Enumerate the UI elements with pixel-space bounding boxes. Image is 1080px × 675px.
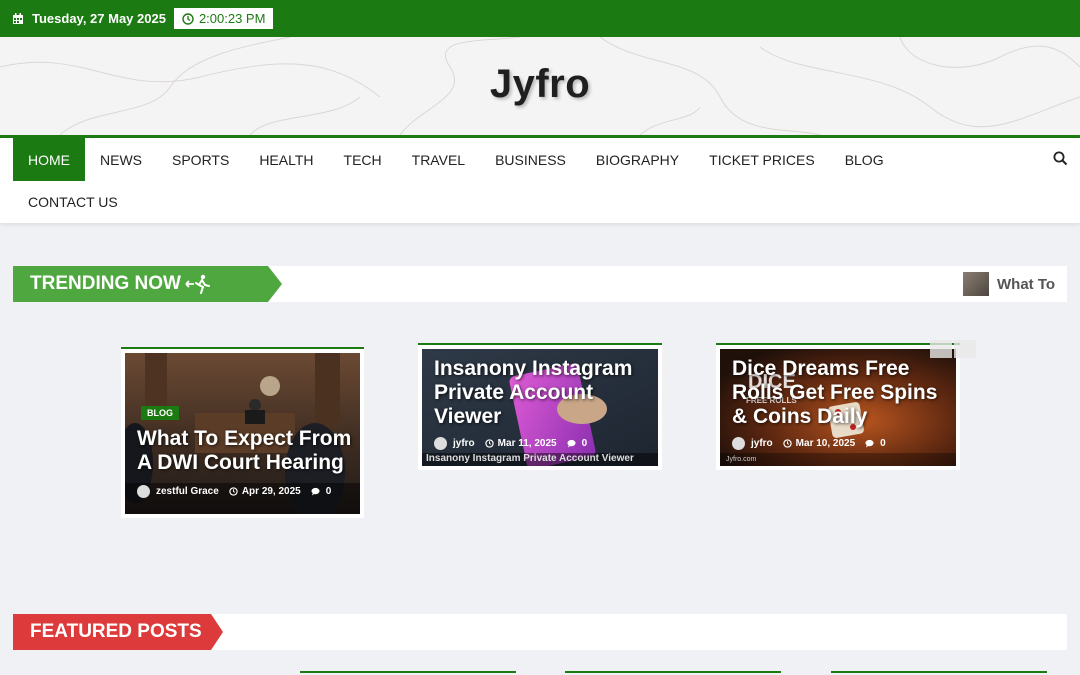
calendar-icon	[13, 12, 23, 24]
featured-card-top-border	[831, 671, 1047, 673]
ticker-thumbnail	[963, 272, 989, 296]
nav-item-contact-us[interactable]: CONTACT US	[13, 181, 133, 223]
nav-row-1: HOME NEWS SPORTS HEALTH TECH TRAVEL BUSI…	[13, 138, 899, 181]
featured-posts-bar: FEATURED POSTS	[13, 614, 1067, 650]
trending-ticker-item[interactable]: What To Expect From A DWI Court Hearing	[963, 272, 1058, 296]
comment-count[interactable]: 0	[880, 438, 886, 449]
top-bar: Tuesday, 27 May 2025 2:00:23 PM	[0, 0, 1080, 37]
featured-card-top-border	[300, 671, 516, 673]
search-icon	[1053, 151, 1068, 166]
slide-image-courtroom: BLOG What To Expect From A DWI Court Hea…	[125, 353, 360, 514]
nav-item-sports[interactable]: SPORTS	[157, 138, 244, 181]
slide-title[interactable]: What To Expect From A DWI Court Hearing	[137, 427, 352, 475]
nav-item-blog[interactable]: BLOG	[830, 138, 899, 181]
author-name[interactable]: jyfro	[751, 438, 773, 449]
featured-label-text: FEATURED POSTS	[30, 621, 202, 642]
search-button[interactable]	[1053, 151, 1068, 171]
comment-icon	[311, 487, 320, 496]
slide-card-dwi[interactable]: BLOG What To Expect From A DWI Court Hea…	[121, 347, 364, 518]
nav-item-health[interactable]: HEALTH	[244, 138, 328, 181]
slide-card-insanony[interactable]: Insanony Instagram Private Account Viewe…	[418, 343, 662, 470]
slide-image-instagram: Insanony Instagram Private Account Viewe…	[422, 349, 658, 466]
post-date[interactable]: Apr 29, 2025	[242, 486, 301, 497]
nav-item-tech[interactable]: TECH	[329, 138, 397, 181]
author-avatar	[434, 437, 447, 450]
ticker-text: What To Expect From A DWI Court Hearing	[997, 275, 1058, 293]
comment-count[interactable]: 0	[326, 486, 332, 497]
site-header: Jyfro	[0, 37, 1080, 135]
featured-label: FEATURED POSTS	[13, 614, 223, 650]
category-badge[interactable]: BLOG	[141, 406, 179, 420]
slide-card-dice-dreams[interactable]: DICE FREE ROLLS Jyfro.com Dice Dreams Fr…	[716, 343, 960, 470]
time-text: 2:00:23 PM	[198, 11, 266, 26]
slide-image-dice: DICE FREE ROLLS Jyfro.com Dice Dreams Fr…	[720, 349, 956, 466]
clock-display: 2:00:23 PM	[173, 8, 274, 29]
featured-card-top-border	[565, 671, 781, 673]
site-title[interactable]: Jyfro	[490, 62, 590, 107]
comment-icon	[567, 439, 576, 448]
slider-arrows	[930, 340, 978, 358]
slide-title[interactable]: Insanony Instagram Private Account Viewe…	[434, 357, 654, 429]
author-name[interactable]: jyfro	[453, 438, 475, 449]
slide-meta: jyfro Mar 10, 2025 0	[732, 437, 886, 450]
nav-item-business[interactable]: BUSINESS	[480, 138, 581, 181]
post-date[interactable]: Mar 11, 2025	[498, 438, 557, 449]
slide-meta: jyfro Mar 11, 2025 0	[434, 437, 587, 450]
running-person-icon	[185, 274, 210, 294]
clock-icon	[484, 439, 494, 448]
post-date[interactable]: Mar 10, 2025	[796, 438, 856, 449]
clock-icon	[182, 12, 194, 25]
main-navigation: HOME NEWS SPORTS HEALTH TECH TRAVEL BUSI…	[0, 135, 1080, 223]
nav-item-ticket-prices[interactable]: TICKET PRICES	[694, 138, 830, 181]
trending-label: TRENDING NOW	[13, 266, 282, 302]
slider-prev-button[interactable]	[930, 340, 952, 358]
slide-meta: zestful Grace Apr 29, 2025 0	[137, 485, 331, 498]
date-display: Tuesday, 27 May 2025	[12, 11, 166, 26]
nav-item-home[interactable]: HOME	[13, 138, 85, 181]
author-name[interactable]: zestful Grace	[156, 486, 219, 497]
author-avatar	[137, 485, 150, 498]
trending-label-text: TRENDING NOW	[30, 273, 181, 294]
clock-icon	[782, 439, 792, 448]
slide-title[interactable]: Dice Dreams Free Rolls Get Free Spins & …	[732, 357, 956, 429]
author-avatar	[732, 437, 745, 450]
image-caption: Insanony Instagram Private Account Viewe…	[426, 453, 634, 464]
nav-item-travel[interactable]: TRAVEL	[397, 138, 480, 181]
image-watermark: Jyfro.com	[726, 456, 757, 463]
nav-row-2: CONTACT US	[13, 181, 133, 223]
comment-count[interactable]: 0	[582, 438, 588, 449]
nav-item-news[interactable]: NEWS	[85, 138, 157, 181]
clock-icon	[229, 487, 238, 496]
date-text: Tuesday, 27 May 2025	[32, 11, 166, 26]
trending-bar: TRENDING NOW What To Expect From A DWI C…	[13, 266, 1067, 302]
slider-next-button[interactable]	[954, 340, 976, 358]
nav-item-biography[interactable]: BIOGRAPHY	[581, 138, 694, 181]
comment-icon	[865, 439, 874, 448]
